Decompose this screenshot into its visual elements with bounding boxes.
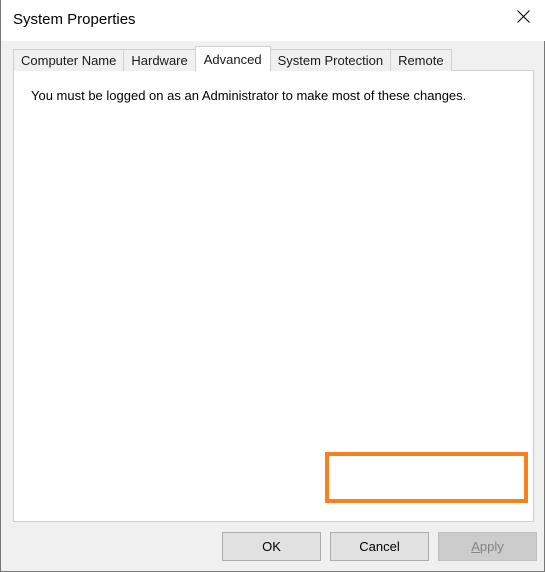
- apply-button-label: Apply: [471, 539, 504, 554]
- tab-advanced[interactable]: Advanced: [194, 46, 271, 72]
- dialog-footer: OK Cancel Apply: [1, 523, 544, 571]
- label-suffix: pply: [479, 539, 504, 554]
- administrator-note: You must be logged on as an Administrato…: [31, 88, 467, 103]
- close-icon: [516, 9, 530, 23]
- tab-computer-name[interactable]: Computer Name: [13, 49, 125, 71]
- tab-hardware[interactable]: Hardware: [123, 49, 196, 71]
- cancel-button-label: Cancel: [359, 539, 400, 554]
- accel-char: A: [471, 539, 480, 554]
- tab-system-protection[interactable]: System Protection: [269, 49, 392, 71]
- tab-strip: Computer Name Hardware Advanced System P…: [13, 46, 452, 72]
- advanced-tab-panel: You must be logged on as an Administrato…: [13, 70, 534, 522]
- cancel-button[interactable]: Cancel: [330, 532, 429, 561]
- ok-button-label: OK: [262, 539, 281, 554]
- title-bar: System Properties: [1, 0, 545, 41]
- apply-button[interactable]: Apply: [438, 532, 537, 561]
- tab-remote[interactable]: Remote: [390, 49, 452, 71]
- window-title: System Properties: [13, 11, 136, 28]
- ok-button[interactable]: OK: [222, 532, 321, 561]
- system-properties-dialog: System Properties Computer Name Hardware…: [0, 0, 545, 572]
- close-button[interactable]: [500, 0, 545, 32]
